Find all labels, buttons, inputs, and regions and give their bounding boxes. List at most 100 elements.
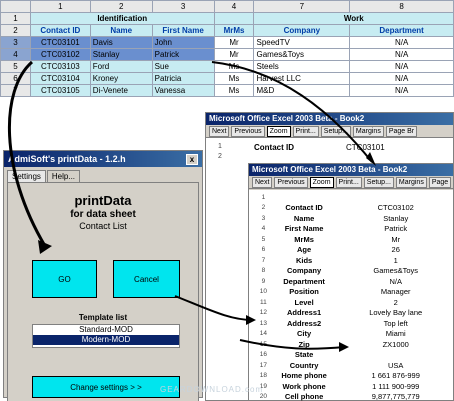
- zoom-button[interactable]: Zoom: [266, 126, 291, 137]
- cell-company[interactable]: Games&Toys: [253, 48, 351, 61]
- header-first-name[interactable]: First Name: [151, 24, 215, 37]
- print-button[interactable]: Print...: [335, 177, 362, 188]
- field-value: N/A: [389, 276, 402, 286]
- previous-button[interactable]: Previous: [231, 126, 265, 137]
- column-header-row: 1 2 3 4 7 8: [0, 0, 454, 13]
- tab-help[interactable]: Help...: [46, 170, 81, 182]
- group-work[interactable]: Work: [253, 12, 454, 25]
- window-title: Microsoft Office Excel 2003 Beta - Book2: [249, 164, 453, 176]
- row-number: 2: [261, 204, 266, 212]
- template-list[interactable]: Standard-MOD Modern-MOD: [32, 324, 180, 348]
- cell-name[interactable]: Di-Venete: [89, 84, 153, 97]
- print-button[interactable]: Print...: [292, 126, 319, 137]
- header-company[interactable]: Company: [253, 24, 351, 37]
- field-label: Company: [287, 266, 322, 276]
- cell-name[interactable]: Stanlay: [89, 48, 153, 61]
- margins-button[interactable]: Margins: [352, 126, 384, 137]
- cell-first-name[interactable]: Patrick: [151, 48, 215, 61]
- cell-company[interactable]: SpeedTV: [253, 36, 351, 49]
- next-button[interactable]: Next: [209, 126, 230, 137]
- group-identification[interactable]: Identification: [29, 12, 215, 25]
- field-label: First Name: [284, 224, 324, 234]
- cell-company[interactable]: Steels: [253, 60, 351, 73]
- tab-settings[interactable]: Settings: [7, 170, 46, 182]
- cell-first-name[interactable]: Sue: [151, 60, 215, 73]
- cell-company[interactable]: M&D: [253, 84, 351, 97]
- cell-mrms[interactable]: Ms: [213, 84, 255, 97]
- cell-contact-id[interactable]: CTC03103: [29, 60, 91, 73]
- row-number[interactable]: 4: [0, 48, 31, 61]
- cell-mrms[interactable]: Ms: [213, 72, 255, 85]
- sub-header-row: 2 Contact ID Name First Name MrMs Compan…: [0, 24, 454, 37]
- table-row[interactable]: 6 CTC03104 Kroney Patricia Ms Harvest LL…: [0, 72, 454, 85]
- record-row: 11 Level 2: [257, 297, 453, 308]
- page-break-button[interactable]: Page Br: [385, 126, 418, 137]
- change-settings-button[interactable]: Change settings > >: [32, 376, 180, 398]
- go-button[interactable]: GO: [32, 260, 97, 298]
- window-title: Microsoft Office Excel 2003 Beta - Book2: [206, 113, 453, 125]
- setup-button[interactable]: Setup...: [320, 126, 351, 137]
- header-department[interactable]: Department: [349, 24, 454, 37]
- col-header[interactable]: 1: [29, 0, 91, 13]
- cell-name[interactable]: Ford: [89, 60, 153, 73]
- cell-first-name[interactable]: Vanessa: [151, 84, 215, 97]
- record-row: 2 Contact ID CTC03102: [257, 203, 453, 214]
- cell-contact-id[interactable]: CTC03101: [29, 36, 91, 49]
- table-row[interactable]: 3 CTC03101 Davis John Mr SpeedTV N/A: [0, 36, 454, 49]
- cell-first-name[interactable]: Patricia: [151, 72, 215, 85]
- cell-department[interactable]: N/A: [349, 60, 454, 73]
- cell-mrms[interactable]: Ms: [213, 60, 255, 73]
- cell-department[interactable]: N/A: [349, 48, 454, 61]
- cell-first-name[interactable]: John: [151, 36, 215, 49]
- cancel-button[interactable]: Cancel: [113, 260, 180, 298]
- row-number[interactable]: 5: [0, 60, 31, 73]
- close-icon[interactable]: x: [186, 153, 198, 165]
- next-button[interactable]: Next: [252, 177, 273, 188]
- previous-button[interactable]: Previous: [274, 177, 308, 188]
- cell-department[interactable]: N/A: [349, 72, 454, 85]
- col-header[interactable]: 2: [89, 0, 153, 13]
- table-row[interactable]: 4 CTC03102 Stanlay Patrick Mr Games&Toys…: [0, 48, 454, 61]
- zoom-button[interactable]: Zoom: [309, 177, 334, 188]
- col-header[interactable]: 8: [349, 0, 454, 13]
- cell-company[interactable]: Harvest LLC: [253, 72, 351, 85]
- corner-cell[interactable]: [0, 0, 31, 13]
- cell-name[interactable]: Kroney: [89, 72, 153, 85]
- row-number[interactable]: 2: [0, 24, 31, 37]
- page-button[interactable]: Page: [428, 177, 452, 188]
- setup-button[interactable]: Setup...: [363, 177, 394, 188]
- header-mrms[interactable]: MrMs: [213, 24, 255, 37]
- table-row[interactable]: 5 CTC03103 Ford Sue Ms Steels N/A: [0, 60, 454, 73]
- row-number[interactable]: 6: [0, 72, 31, 85]
- cell-department[interactable]: N/A: [349, 84, 454, 97]
- field-label: Department: [283, 276, 325, 286]
- cell-contact-id[interactable]: CTC03102: [29, 48, 91, 61]
- cell-contact-id[interactable]: CTC03104: [29, 72, 91, 85]
- cell-mrms[interactable]: Mr: [213, 48, 255, 61]
- margins-button[interactable]: Margins: [395, 177, 427, 188]
- cell-department[interactable]: N/A: [349, 36, 454, 49]
- record-row: 10 Position Manager: [257, 287, 453, 298]
- row-number[interactable]: 3: [0, 36, 31, 49]
- field-value: Manager: [380, 287, 411, 297]
- cell-mrms[interactable]: Mr: [213, 36, 255, 49]
- col-header[interactable]: 3: [151, 0, 215, 13]
- row-number[interactable]: 7: [0, 84, 31, 97]
- header-contact-id[interactable]: Contact ID: [29, 24, 91, 37]
- header-name[interactable]: Name: [89, 24, 153, 37]
- cell-name[interactable]: Davis: [89, 36, 153, 49]
- row-number: 2: [218, 153, 222, 160]
- col-header[interactable]: 7: [253, 0, 351, 13]
- row-number: 1: [218, 143, 222, 150]
- group-empty[interactable]: [213, 12, 255, 25]
- cell-contact-id[interactable]: CTC03105: [29, 84, 91, 97]
- template-option-selected[interactable]: Modern-MOD: [33, 335, 179, 345]
- preview-toolbar: Next Previous Zoom Print... Setup... Mar…: [206, 125, 453, 138]
- app-subheading: for data sheet: [70, 209, 136, 220]
- table-row[interactable]: 7 CTC03105 Di-Venete Vanessa Ms M&D N/A: [0, 84, 454, 97]
- template-option[interactable]: Standard-MOD: [33, 325, 179, 335]
- col-header[interactable]: 4: [213, 0, 255, 13]
- row-number: 4: [261, 225, 266, 233]
- row-number[interactable]: 1: [0, 12, 31, 25]
- sheet-caption: Contact List: [79, 221, 127, 231]
